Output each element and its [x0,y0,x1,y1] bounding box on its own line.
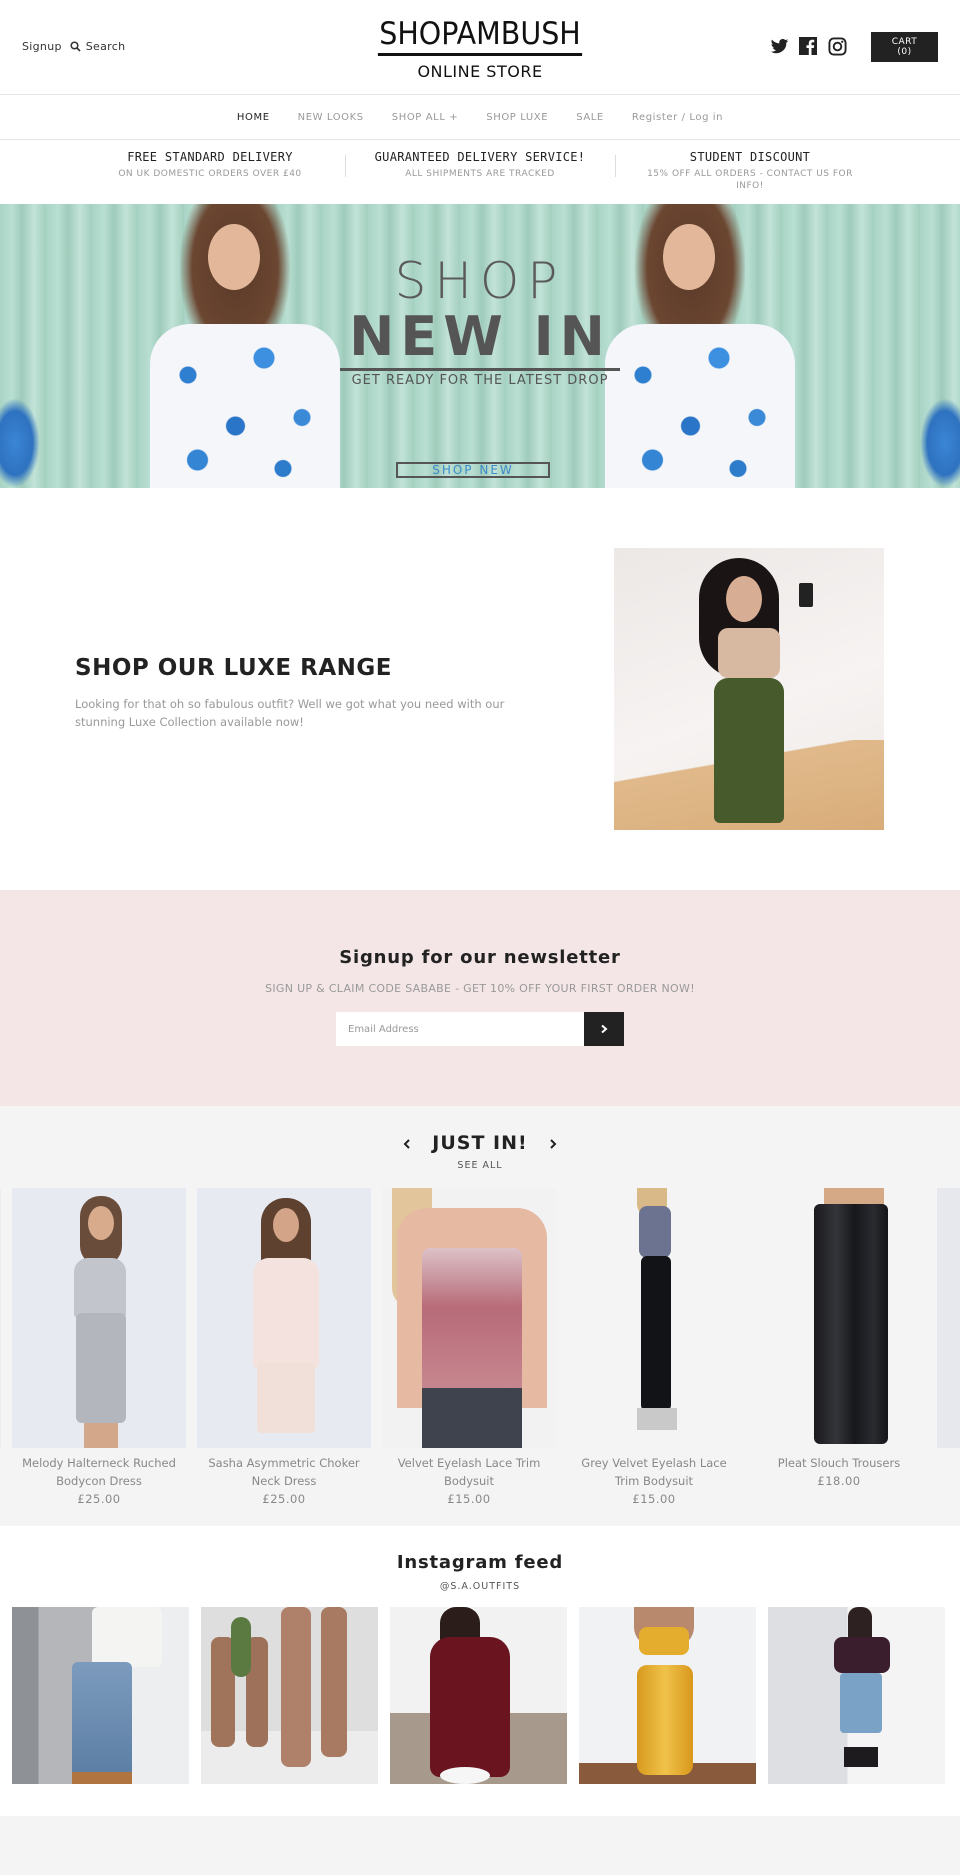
cart-button[interactable]: CART (0) [871,32,938,62]
product-name[interactable]: Pleat Slouch Trousers [752,1454,926,1472]
newsletter-title: Signup for our newsletter [339,947,621,968]
nav-item-register-login[interactable]: Register / Log in [632,112,723,123]
product-price: £15.00 [447,1492,491,1506]
newsletter-section: Signup for our newsletter SIGN UP & CLAI… [0,890,960,1106]
luxe-image[interactable] [614,548,884,830]
cart-count: (0) [897,47,912,57]
product-image[interactable] [567,1188,741,1448]
product-card[interactable]: Pleat Slouch Trousers £18.00 [752,1188,926,1508]
product-card[interactable]: Grey Velvet Eyelash Lace Trim Bodysuit £… [567,1188,741,1508]
product-name[interactable]: …g [0,1454,1,1472]
product-price: £25.00 [77,1492,121,1506]
usp-title: STUDENT DISCOUNT [689,150,811,164]
usp-title: GUARANTEED DELIVERY SERVICE! [374,150,586,164]
just-in-section: JUST IN! SEE ALL …g Melody Halterneck Ru… [0,1106,960,1526]
product-name[interactable]: Velvet Eyelash Lace Trim Bodysuit [382,1454,556,1490]
header-utility-links: Signup Search [22,40,125,53]
product-image[interactable] [937,1188,960,1448]
newsletter-form [336,1012,624,1046]
hero-headline-2: NEW IN [340,308,620,371]
product-card[interactable]: Sasha Asymmetric Choker Neck Dress £25.0… [197,1188,371,1508]
just-in-header: JUST IN! SEE ALL [380,1132,580,1171]
product-card[interactable]: Velvet Eyelash Lace Trim Bodysuit £15.00 [382,1188,556,1508]
nav-item-home[interactable]: HOME [237,112,270,123]
product-image[interactable] [197,1188,371,1448]
usp-subtitle: 15% OFF ALL ORDERS - CONTACT US FOR INFO… [647,169,853,191]
newsletter-subtitle: SIGN UP & CLAIM CODE SABABE - GET 10% OF… [265,982,695,995]
email-field[interactable] [336,1012,584,1046]
product-name[interactable]: Melody Halterneck Ruched Bodycon Dress [12,1454,186,1490]
nav-item-sale[interactable]: SALE [576,112,604,123]
product-name[interactable]: Sasha Asymmetric Choker Neck Dress [197,1454,371,1490]
instagram-handle[interactable]: @S.A.OUTFITS [0,1581,960,1592]
usp-student-discount: STUDENT DISCOUNT 15% OFF ALL ORDERS - CO… [615,141,885,203]
store-logo[interactable]: SHOPAMBUSH ONLINE STORE [369,17,591,81]
instagram-post[interactable] [12,1607,189,1784]
instagram-post[interactable] [201,1607,378,1784]
product-carousel: …g Melody Halterneck Ruched Bodycon Dres… [0,1188,960,1508]
product-image[interactable] [382,1188,556,1448]
product-image[interactable] [0,1188,1,1448]
usp-subtitle: ALL SHIPMENTS ARE TRACKED [405,169,555,179]
luxe-title: SHOP OUR LUXE RANGE [75,655,392,681]
main-nav: HOME NEW LOOKS SHOP ALL + SHOP LUXE SALE… [0,96,960,140]
usp-title: FREE STANDARD DELIVERY [127,150,293,164]
signup-link[interactable]: Signup [22,40,62,53]
search-icon [70,41,81,52]
shop-new-button[interactable]: SHOP NEW [396,462,550,478]
instagram-icon[interactable] [828,37,847,56]
social-links [770,37,847,56]
nav-item-shop-all[interactable]: SHOP ALL + [392,112,459,123]
usp-subtitle: ON UK DOMESTIC ORDERS OVER £40 [118,169,302,179]
logo-sub-text: ONLINE STORE [417,62,543,81]
twitter-icon[interactable] [770,37,789,56]
chevron-right-icon [601,1024,608,1034]
footer [0,1816,960,1875]
flower-decoration [920,398,960,488]
hero-banner[interactable]: SHOP NEW IN GET READY FOR THE LATEST DRO… [0,204,960,488]
search-label: Search [85,40,126,53]
usp-bar: FREE STANDARD DELIVERY ON UK DOMESTIC OR… [0,141,960,203]
cart-label: CART [891,37,918,47]
site-header: Signup Search SHOPAMBUSH ONLINE STORE CA… [0,0,960,95]
product-image[interactable] [12,1188,186,1448]
product-price: £18.00 [817,1474,861,1488]
product-card[interactable]: Melody Halterneck Ruched Bodycon Dress £… [12,1188,186,1508]
hero-text: SHOP NEW IN GET READY FOR THE LATEST DRO… [340,254,620,388]
instagram-post[interactable] [768,1607,945,1784]
usp-guaranteed-delivery: GUARANTEED DELIVERY SERVICE! ALL SHIPMEN… [345,141,615,203]
instagram-post[interactable] [579,1607,756,1784]
luxe-description: Looking for that oh so fabulous outfit? … [75,697,505,729]
product-name[interactable]: Grey Velvet Eyelash Lace Trim Bodysuit [567,1454,741,1490]
usp-free-delivery: FREE STANDARD DELIVERY ON UK DOMESTIC OR… [75,141,345,203]
chevron-right-icon [550,1139,557,1149]
instagram-post[interactable] [390,1607,567,1784]
luxe-section: SHOP OUR LUXE RANGE Looking for that oh … [0,488,960,890]
luxe-text: SHOP OUR LUXE RANGE Looking for that oh … [75,655,555,731]
facebook-icon[interactable] [799,37,818,56]
search-link[interactable]: Search [70,40,126,53]
nav-item-new-looks[interactable]: NEW LOOKS [298,112,364,123]
hero-headline-1: SHOP [394,252,566,310]
hero-subtitle: GET READY FOR THE LATEST DROP [351,373,609,388]
carousel-next-button[interactable] [548,1135,558,1154]
carousel-prev-button[interactable] [402,1135,412,1154]
instagram-grid [12,1607,945,1784]
product-card[interactable]: …g [0,1188,1,1508]
product-card[interactable] [937,1188,960,1508]
product-price: £25.00 [262,1492,306,1506]
hero-model-left [130,204,350,488]
product-price: £15.00 [632,1492,676,1506]
instagram-title: Instagram feed [396,1552,564,1573]
nav-item-shop-luxe[interactable]: SHOP LUXE [486,112,548,123]
chevron-left-icon [403,1139,410,1149]
instagram-section: Instagram feed @S.A.OUTFITS [0,1526,960,1816]
see-all-link[interactable]: SEE ALL [380,1160,580,1171]
flower-decoration [0,398,40,488]
product-image[interactable] [752,1188,926,1448]
logo-main-text: SHOPAMBUSH [377,17,583,56]
newsletter-submit-button[interactable] [584,1012,624,1046]
